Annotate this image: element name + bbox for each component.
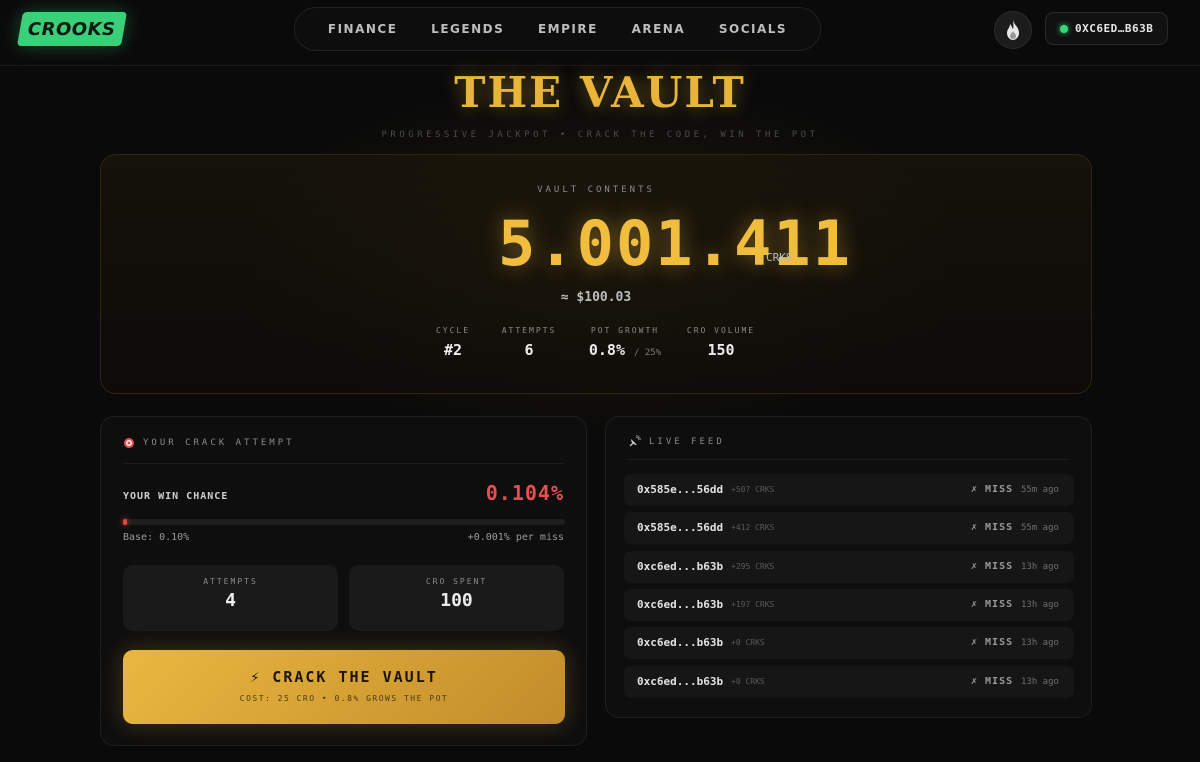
feed-result: ✗ MISS [971,599,1014,610]
feed-address[interactable]: 0xc6ed...b63b [637,598,723,611]
win-chance-value: 0.104% [485,481,564,505]
stat-value: 0.8% / 25% [575,341,675,359]
feed-address[interactable]: 0xc6ed...b63b [637,636,723,649]
feed-result: ✗ MISS [971,522,1014,533]
crack-button-cost: COST: 25 CRO • 0.8% GROWS THE POT [239,694,449,703]
panel-heading-text: YOUR CRACK ATTEMPT [143,438,295,448]
feed-amount: +0 CRKS [731,638,765,647]
cro-spent-value: 100 [440,590,473,611]
stat-label: CRO VOLUME [686,326,756,335]
cro-spent-box: CRO SPENT 100 [349,565,564,631]
stat-value: 6 [524,341,534,359]
divider [628,459,1069,460]
stat-label: POT GROWTH [590,326,660,335]
panel-heading: YOUR CRACK ATTEMPT [123,437,295,449]
flame-icon [1007,20,1019,40]
nav-empire[interactable]: EMPIRE [538,22,598,36]
feed-row: 0xc6ed...b63b +0 CRKS ✗ MISS 13h ago [624,666,1074,698]
stat-value: 150 [707,341,735,359]
satellite-icon [629,435,641,447]
feed-time: 13h ago [1021,600,1059,610]
stat-pot-growth: POT GROWTH 0.8% / 25% [575,326,675,359]
page-subtitle: PROGRESSIVE JACKPOT • CRACK THE CODE, WI… [381,130,819,140]
feed-result: ✗ MISS [971,484,1014,495]
wallet-button[interactable]: 0XC6ED…B63B [1045,12,1168,45]
feed-row: 0xc6ed...b63b +0 CRKS ✗ MISS 13h ago [624,627,1074,659]
feed-address[interactable]: 0xc6ed...b63b [637,675,723,688]
stat-cro-volume: CRO VOLUME 150 [681,326,761,359]
feed-amount: +412 CRKS [731,523,775,532]
stat-label: CYCLE [435,326,471,335]
pot-growth-cap: / 25% [634,348,662,358]
nav-socials[interactable]: SOCIALS [719,22,787,36]
panel-heading: LIVE FEED [628,435,725,448]
feed-time: 13h ago [1021,677,1059,687]
stat-attempts: ATTEMPTS 6 [494,326,564,359]
attempts-box: ATTEMPTS 4 [123,565,338,631]
live-feed-panel: LIVE FEED 0x585e...56dd +507 CRKS ✗ MISS… [605,416,1092,718]
vault-unit: CRKS [766,251,793,264]
feed-time: 55m ago [1021,523,1059,533]
wallet-address: 0XC6ED…B63B [1075,22,1154,35]
win-chance-label: YOUR WIN CHANCE [123,491,229,502]
feed-amount: +197 CRKS [731,600,775,609]
stat-value: #2 [443,341,463,359]
feed-row: 0x585e...56dd +412 CRKS ✗ MISS 55m ago [624,512,1074,544]
crooks-logo[interactable]: CROOKS [17,12,127,46]
crack-vault-button[interactable]: ⚡ CRACK THE VAULT COST: 25 CRO • 0.8% GR… [123,650,565,724]
feed-address[interactable]: 0xc6ed...b63b [637,560,723,573]
feed-row: 0xc6ed...b63b +295 CRKS ✗ MISS 13h ago [624,551,1074,583]
stat-cycle: CYCLE #2 [423,326,483,359]
wallet-status-dot [1060,24,1068,33]
logo-text: CROOKS [28,18,116,40]
crack-attempt-panel: YOUR CRACK ATTEMPT YOUR WIN CHANCE 0.104… [100,416,587,746]
win-chance-bar-fill [123,519,127,525]
feed-result: ✗ MISS [971,561,1014,572]
top-bar: CROOKS FINANCE LEGENDS EMPIRE ARENA SOCI… [0,0,1200,66]
feed-address[interactable]: 0x585e...56dd [637,521,723,534]
feed-time: 13h ago [1021,638,1059,648]
feed-result: ✗ MISS [971,676,1014,687]
vault-label: VAULT CONTENTS [537,185,655,195]
attempts-label: ATTEMPTS [203,577,258,586]
win-increment: +0.001% per miss [467,532,564,543]
feed-address[interactable]: 0x585e...56dd [637,483,723,496]
win-base-rate: Base: 0.10% [123,532,190,543]
attempts-value: 4 [225,590,236,611]
flame-button[interactable] [994,11,1032,49]
nav-finance[interactable]: FINANCE [328,22,398,36]
feed-amount: +295 CRKS [731,562,775,571]
pot-growth-value: 0.8% [588,341,625,359]
crack-button-label: ⚡ CRACK THE VAULT [250,668,438,686]
feed-time: 13h ago [1021,562,1059,572]
stat-label: ATTEMPTS [501,326,557,335]
feed-amount: +507 CRKS [731,485,775,494]
feed-amount: +0 CRKS [731,677,765,686]
vault-usd-value: ≈ $100.03 [560,290,632,305]
vault-card: VAULT CONTENTS 5.001.411 CRKS ≈ $100.03 … [100,154,1092,394]
feed-time: 55m ago [1021,485,1059,495]
divider [123,463,564,464]
vault-amount: 5.001.411 [498,207,852,280]
cro-spent-label: CRO SPENT [425,577,488,586]
nav-arena[interactable]: ARENA [632,22,686,36]
nav-legends[interactable]: LEGENDS [431,22,504,36]
feed-row: 0xc6ed...b63b +197 CRKS ✗ MISS 13h ago [624,589,1074,621]
main-nav: FINANCE LEGENDS EMPIRE ARENA SOCIALS [294,7,821,51]
win-chance-bar [123,519,565,525]
feed-result: ✗ MISS [971,637,1014,648]
feed-row: 0x585e...56dd +507 CRKS ✗ MISS 55m ago [624,474,1074,506]
page-title: THE VAULT [454,68,746,117]
target-icon [124,438,134,448]
panel-heading-text: LIVE FEED [649,436,725,447]
